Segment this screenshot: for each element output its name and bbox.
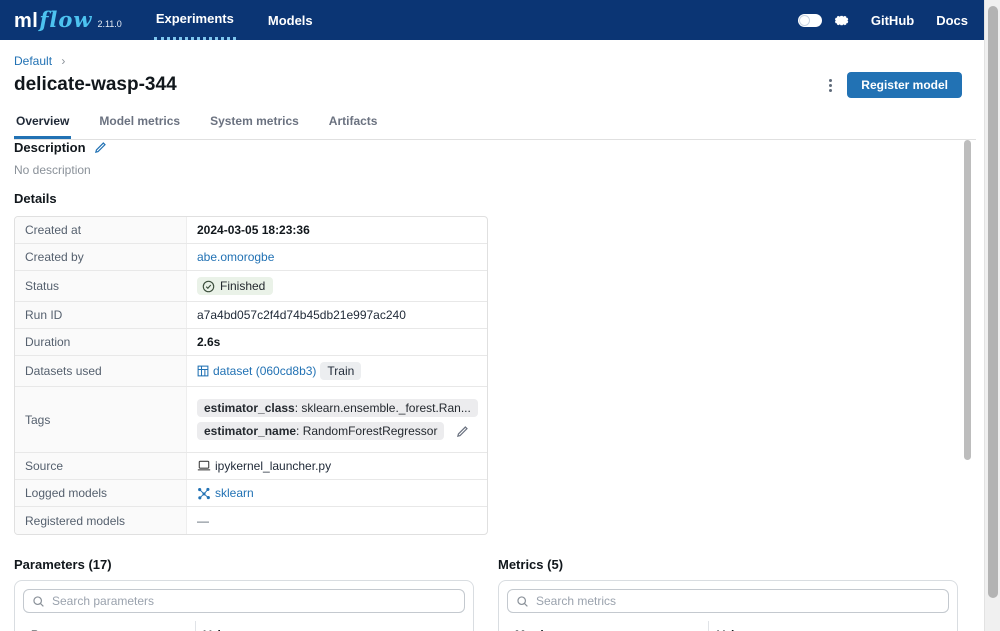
created-at-value: 2024-03-05 18:23:36 [197,223,310,237]
toggle-knob [799,15,810,26]
logged-model-link[interactable]: sklearn [215,486,254,500]
run-id-value: a7a4bd057c2f4d74b45db21e997ac240 [197,308,406,322]
search-icon [516,595,529,608]
no-description-text: No description [14,163,984,177]
parameters-table: Parameter Value bootstrap True max_depth… [23,621,465,631]
metrics-section: Metrics (5) Metric Value train [498,557,958,631]
nav-item-models[interactable]: Models [266,0,315,40]
github-link[interactable]: GitHub [871,13,914,28]
detail-row-source: Source ipykernel_launcher.py [15,453,487,480]
parameters-section: Parameters (17) Parameter Value [14,557,474,631]
inner-scrollbar[interactable] [964,140,971,460]
detail-row-logged-models: Logged models sklearn [15,480,487,507]
detail-row-run-id: Run ID a7a4bd057c2f4d74b45db21e997ac240 [15,302,487,329]
details-table: Created at 2024-03-05 18:23:36 Created b… [14,216,488,535]
description-heading: Description [14,140,86,155]
detail-row-tags: Tags estimator_class: sklearn.ensemble._… [15,387,487,453]
metrics-col-header: Metric [507,621,708,631]
detail-label: Duration [15,329,187,355]
parameters-search [23,589,465,613]
run-header: Default › delicate-wasp-344 Register mod… [0,40,984,140]
detail-row-duration: Duration 2.6s [15,329,487,356]
parameters-heading: Parameters (17) [14,557,474,572]
metrics-value-header: Value [708,621,949,631]
dataset-context-badge: Train [320,362,361,380]
dataset-table-icon [197,365,209,377]
detail-label: Registered models [15,507,187,534]
status-badge: Finished [197,277,273,295]
registered-models-empty: — [197,514,209,528]
source-value: ipykernel_launcher.py [215,459,331,473]
detail-row-status: Status Finished [15,271,487,302]
metrics-search-input[interactable] [536,594,940,608]
detail-label: Tags [15,387,187,452]
breadcrumb: Default › [14,54,984,68]
breadcrumb-experiment-link[interactable]: Default [14,54,52,68]
metrics-search [507,589,949,613]
logo-flow-text: flow [39,7,92,32]
duration-value: 2.6s [197,335,220,349]
detail-label: Created by [15,244,187,270]
mlflow-logo[interactable]: mlflow 2.11.0 [14,7,122,33]
overflow-menu-button[interactable] [821,74,839,96]
detail-label: Datasets used [15,356,187,386]
details-heading: Details [14,191,57,206]
tag-estimator-class: estimator_class: sklearn.ensemble._fores… [197,399,478,417]
dataset-link[interactable]: dataset (060cd8b3) [213,364,316,378]
detail-label: Created at [15,217,187,243]
edit-tags-icon[interactable] [456,425,469,438]
parameters-col-header: Parameter [23,621,195,631]
chevron-right-icon: › [61,54,65,68]
metrics-heading: Metrics (5) [498,557,958,572]
gear-icon[interactable] [834,13,849,28]
tag-estimator-name: estimator_name: RandomForestRegressor [197,422,444,440]
logo-ml-text: ml [14,10,38,33]
detail-row-datasets: Datasets used dataset (060cd8b3) Train [15,356,487,387]
docs-link[interactable]: Docs [936,13,968,28]
detail-label: Logged models [15,480,187,506]
overview-panel: Description No description Details Creat… [0,126,984,631]
version-label: 2.11.0 [97,19,121,29]
page-title: delicate-wasp-344 [14,74,177,96]
detail-row-registered-models: Registered models — [15,507,487,534]
parameters-search-input[interactable] [52,594,456,608]
top-navbar: mlflow 2.11.0 Experiments Models GitHub … [0,0,984,40]
nav-item-experiments[interactable]: Experiments [154,0,236,40]
detail-label: Status [15,271,187,301]
parameters-value-header: Value [195,621,465,631]
check-circle-icon [202,280,215,293]
detail-label: Source [15,453,187,479]
register-model-button[interactable]: Register model [847,72,962,98]
browser-scrollbar-thumb[interactable] [988,6,998,598]
model-icon [197,487,211,500]
detail-row-created-by: Created by abe.omorogbe [15,244,487,271]
created-by-link[interactable]: abe.omorogbe [197,250,274,264]
detail-label: Run ID [15,302,187,328]
notebook-source-icon [197,460,211,472]
detail-row-created-at: Created at 2024-03-05 18:23:36 [15,217,487,244]
browser-scrollbar-track[interactable] [984,0,1000,631]
navbar-menu: Experiments Models [154,0,345,40]
search-icon [32,595,45,608]
metrics-table: Metric Value training_score 0.7658706572… [507,621,949,631]
theme-toggle[interactable] [798,14,822,27]
edit-description-icon[interactable] [94,141,107,154]
